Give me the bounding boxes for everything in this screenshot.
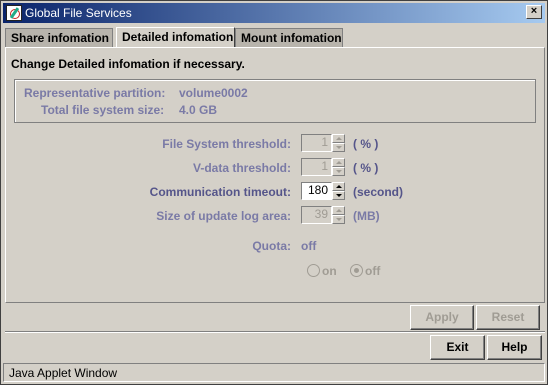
quota-on-label[interactable]: on — [322, 264, 337, 278]
tab-share-information[interactable]: Share infomation — [5, 28, 113, 48]
detailed-info-panel: Change Detailed infomation if necessary.… — [5, 47, 545, 303]
tab-detailed-information[interactable]: Detailed infomation — [116, 27, 235, 48]
fs-size-value: 4.0 GB — [179, 103, 218, 117]
comm-timeout-field[interactable]: 180 — [301, 182, 332, 200]
log-area-unit: (MB) — [353, 209, 380, 223]
partition-value: volume0002 — [179, 86, 248, 100]
vdata-threshold-field[interactable]: 1 — [301, 158, 332, 176]
partition-info-box: Representative partition: volume0002 Tot… — [14, 79, 536, 123]
close-button[interactable]: × — [526, 5, 542, 19]
comm-timeout-spinner[interactable]: 180 — [301, 182, 346, 200]
dialog-window: Global File Services × Share infomation … — [0, 0, 548, 385]
chevron-down-icon[interactable] — [332, 215, 345, 224]
chevron-down-icon[interactable] — [332, 191, 345, 200]
fs-size-label: Total file system size: — [41, 103, 165, 117]
window-title: Global File Services — [25, 6, 132, 20]
close-icon: × — [530, 5, 538, 17]
instruction-text: Change Detailed infomation if necessary. — [11, 57, 245, 71]
status-bar: Java Applet Window — [3, 363, 545, 382]
comm-timeout-unit: (second) — [353, 185, 404, 199]
quota-off-label[interactable]: off — [365, 264, 380, 278]
status-text: Java Applet Window — [9, 366, 118, 380]
chevron-up-icon[interactable] — [332, 182, 345, 191]
log-area-label: Size of update log area: — [156, 209, 291, 223]
vdata-threshold-label: V-data threshold: — [192, 161, 291, 175]
chevron-down-icon[interactable] — [332, 167, 345, 176]
partition-label: Representative partition: — [24, 86, 166, 100]
chevron-up-icon[interactable] — [332, 158, 345, 167]
log-area-field[interactable]: 39 — [301, 206, 332, 224]
fs-threshold-label: File System threshold: — [162, 137, 291, 151]
vdata-threshold-unit: ( % ) — [353, 161, 379, 175]
reset-button[interactable]: Reset — [476, 305, 540, 330]
apply-button[interactable]: Apply — [410, 305, 474, 330]
java-app-icon — [6, 5, 22, 21]
divider — [5, 331, 545, 333]
quota-value: off — [301, 239, 317, 253]
chevron-up-icon[interactable] — [332, 206, 345, 215]
log-area-spinner[interactable]: 39 — [301, 206, 346, 224]
quota-off-radio[interactable] — [350, 264, 363, 277]
fs-threshold-unit: ( % ) — [353, 137, 379, 151]
exit-button[interactable]: Exit — [430, 335, 485, 360]
tab-mount-information[interactable]: Mount infomation — [235, 28, 343, 48]
comm-timeout-label: Communication timeout: — [149, 185, 291, 199]
title-bar[interactable]: Global File Services × — [3, 3, 545, 23]
quota-on-radio[interactable] — [307, 264, 320, 277]
chevron-down-icon[interactable] — [332, 143, 345, 152]
chevron-up-icon[interactable] — [332, 134, 345, 143]
fs-threshold-field[interactable]: 1 — [301, 134, 332, 152]
quota-label: Quota: — [252, 239, 291, 253]
fs-threshold-spinner[interactable]: 1 — [301, 134, 346, 152]
help-button[interactable]: Help — [487, 335, 542, 360]
vdata-threshold-spinner[interactable]: 1 — [301, 158, 346, 176]
